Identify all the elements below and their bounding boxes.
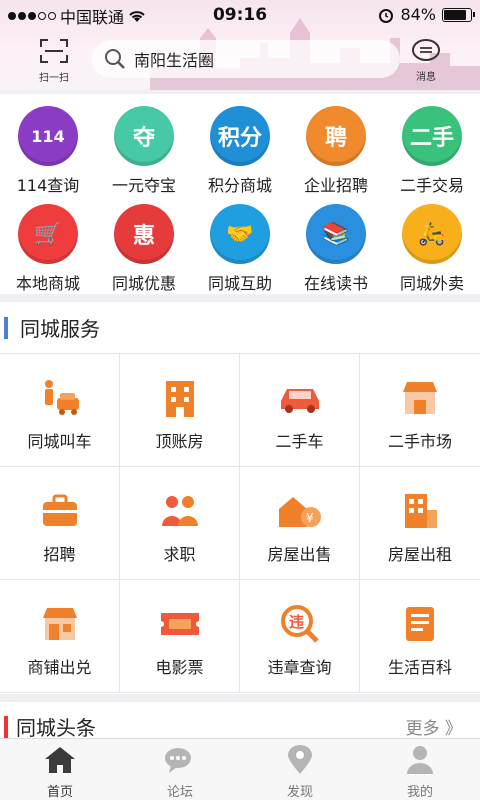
service-item[interactable]: ¥ 房屋出售 xyxy=(240,467,360,580)
message-label: 消息 xyxy=(416,72,436,83)
section-title: 同城服务 xyxy=(20,317,100,341)
headlines-section: 同城头条 更多 》 xyxy=(0,702,480,742)
status-bar: 中国联通 09:16 84% xyxy=(0,0,480,30)
service-item[interactable]: 同城叫车 xyxy=(0,354,120,467)
recruit-icon: 聘 xyxy=(306,106,366,166)
service-item[interactable]: 二手市场 xyxy=(360,354,480,467)
app-shortcut[interactable]: 📚 在线读书 xyxy=(288,192,384,293)
books-icon: 📚 xyxy=(306,204,366,264)
taxi-icon xyxy=(37,376,83,420)
forum-icon xyxy=(120,745,240,779)
tab-label: 首页 xyxy=(46,785,73,800)
app-shortcut-label: 本地商城 xyxy=(15,274,80,293)
home-icon xyxy=(0,745,120,779)
service-label: 房屋出售 xyxy=(267,545,332,564)
app-shortcut[interactable]: 🛒 本地商城 xyxy=(0,192,96,293)
headlines-accent-bar xyxy=(4,716,8,738)
city-services-section: 同城服务 同城叫车 顶账房 二手车 二手市场招聘 求职 ¥ 房屋出售 房屋出租商铺出兑 电影票 违… xyxy=(0,302,480,694)
service-label: 二手市场 xyxy=(387,432,452,451)
scooter-icon: 🛵 xyxy=(402,204,462,264)
scan-label: 扫一扫 xyxy=(39,73,69,84)
tab-label: 论坛 xyxy=(166,785,193,800)
phonebook-icon: 114 xyxy=(18,106,78,166)
app-shortcut[interactable]: 夺一元夺宝 xyxy=(96,94,192,195)
message-icon xyxy=(412,39,440,61)
alarm-icon xyxy=(379,8,394,23)
discount-icon: 惠 xyxy=(114,204,174,264)
cart-icon: 🛒 xyxy=(18,204,78,264)
app-shortcut[interactable]: 聘企业招聘 xyxy=(288,94,384,195)
app-shortcut-label: 在线读书 xyxy=(303,274,368,293)
svg-text:¥: ¥ xyxy=(306,511,314,525)
search-icon xyxy=(105,49,125,69)
tab-home[interactable]: 首页 xyxy=(0,739,120,800)
service-item[interactable]: 招聘 xyxy=(0,467,120,580)
battery-percent: 84% xyxy=(400,5,436,24)
header-banner: 中国联通 09:16 84% 扫一扫 南阳生活圈 消息 xyxy=(0,0,480,90)
service-label: 房屋出租 xyxy=(387,545,452,564)
user-icon xyxy=(360,745,480,779)
scan-icon xyxy=(40,39,68,63)
violation-icon: 违 xyxy=(277,602,323,646)
service-item[interactable]: 二手车 xyxy=(240,354,360,467)
service-item[interactable]: 违违章查询 xyxy=(240,580,360,693)
service-label: 招聘 xyxy=(43,545,76,564)
service-label: 求职 xyxy=(163,545,196,564)
headlines-title: 同城头条 xyxy=(16,716,96,740)
section-header: 同城服务 xyxy=(0,302,480,354)
service-label: 生活百科 xyxy=(387,658,452,677)
service-label: 违章查询 xyxy=(267,658,332,677)
svg-text:违: 违 xyxy=(289,613,304,631)
tab-me[interactable]: 我的 xyxy=(360,739,480,800)
scan-button[interactable]: 扫一扫 xyxy=(34,38,74,84)
building-icon xyxy=(157,376,203,420)
app-shortcut-label: 同城外卖 xyxy=(399,274,464,293)
market-icon xyxy=(397,376,443,420)
tab-label: 发现 xyxy=(286,785,313,800)
app-shortcut-label: 同城互助 xyxy=(207,274,272,293)
tab-label: 我的 xyxy=(406,785,433,800)
app-shortcut[interactable]: 114 114查询 xyxy=(0,94,96,195)
search-bar[interactable]: 南阳生活圈 xyxy=(92,40,400,78)
app-shortcut[interactable]: 二手 二手交易 xyxy=(384,94,480,195)
section-accent-bar xyxy=(4,316,8,339)
treasure-icon: 夺 xyxy=(114,106,174,166)
people-icon xyxy=(157,489,203,533)
service-item[interactable]: 顶账房 xyxy=(120,354,240,467)
service-item[interactable]: 商铺出兑 xyxy=(0,580,120,693)
message-button[interactable]: 消息 xyxy=(404,38,448,83)
app-shortcut[interactable]: 🛵 同城外卖 xyxy=(384,192,480,293)
search-text: 南阳生活圈 xyxy=(134,51,215,70)
app-shortcut[interactable]: 🤝 同城互助 xyxy=(192,192,288,293)
tab-forum[interactable]: 论坛 xyxy=(120,739,240,800)
battery-icon xyxy=(442,7,475,22)
app-shortcut-label: 同城优惠 xyxy=(111,274,176,293)
location-icon xyxy=(240,745,360,779)
service-label: 商铺出兑 xyxy=(27,658,92,677)
headlines-more-link[interactable]: 更多 》 xyxy=(406,714,462,739)
briefcase-icon xyxy=(37,489,83,533)
service-item[interactable]: 电影票 xyxy=(120,580,240,693)
service-label: 同城叫车 xyxy=(27,432,92,451)
app-shortcut-grid: 114 114查询夺一元夺宝 积分 积分商城聘企业招聘 二手 二手交易 🛒 本地商城惠同城优惠… xyxy=(0,94,480,294)
service-label: 电影票 xyxy=(155,658,204,677)
encyclopedia-icon xyxy=(397,602,443,646)
service-label: 顶账房 xyxy=(155,432,204,451)
service-label: 二手车 xyxy=(275,432,324,451)
shop-icon xyxy=(37,602,83,646)
points-icon: 积分 xyxy=(210,106,270,166)
service-item[interactable]: 房屋出租 xyxy=(360,467,480,580)
app-shortcut[interactable]: 惠同城优惠 xyxy=(96,192,192,293)
app-shortcut[interactable]: 积分 积分商城 xyxy=(192,94,288,195)
car-icon xyxy=(277,376,323,420)
tab-discover[interactable]: 发现 xyxy=(240,739,360,800)
secondhand-icon: 二手 xyxy=(402,106,462,166)
service-item[interactable]: 求职 xyxy=(120,467,240,580)
service-item[interactable]: 生活百科 xyxy=(360,580,480,693)
ticket-icon xyxy=(157,602,203,646)
house-sale-icon: ¥ xyxy=(277,489,323,533)
bottom-tab-bar: 首页 论坛 发现 我的 xyxy=(0,738,480,800)
house-rent-icon xyxy=(397,489,443,533)
handshake-icon: 🤝 xyxy=(210,204,270,264)
